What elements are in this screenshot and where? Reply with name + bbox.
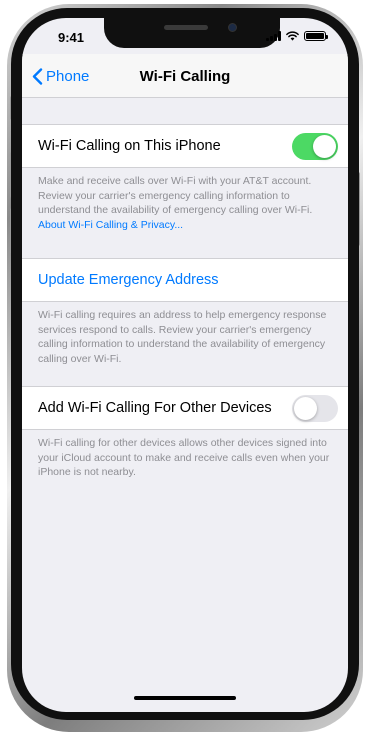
speaker-grille xyxy=(164,25,208,30)
wifi-icon xyxy=(286,31,299,41)
navigation-bar: Phone Wi-Fi Calling xyxy=(22,54,348,98)
update-emergency-address-link[interactable]: Update Emergency Address xyxy=(38,272,219,288)
toggle-knob xyxy=(294,397,317,420)
emergency-footer: Wi-Fi calling requires an address to hel… xyxy=(38,309,327,365)
phone-screen: 9:41 Phone Wi-Fi Calling Wi-Fi Calling o… xyxy=(22,18,348,712)
wifi-calling-footer-text: Make and receive calls over Wi-Fi with y… xyxy=(38,175,313,216)
toggle-knob xyxy=(313,135,336,158)
status-time: 9:41 xyxy=(58,30,85,45)
emergency-address-row[interactable]: Update Emergency Address xyxy=(22,258,348,302)
other-devices-label: Add Wi-Fi Calling For Other Devices xyxy=(38,400,272,416)
signal-icon xyxy=(266,31,281,41)
other-devices-row: Add Wi-Fi Calling For Other Devices xyxy=(22,386,348,430)
status-icons xyxy=(266,31,328,41)
wifi-calling-toggle[interactable] xyxy=(292,133,338,160)
battery-icon xyxy=(304,31,328,41)
front-camera xyxy=(228,23,237,32)
other-devices-footer: Wi-Fi calling for other devices allows o… xyxy=(38,437,330,478)
notch xyxy=(104,18,280,48)
wifi-calling-footer: Make and receive calls over Wi-Fi with y… xyxy=(38,174,338,232)
wifi-calling-row: Wi-Fi Calling on This iPhone xyxy=(22,124,348,168)
wifi-calling-label: Wi-Fi Calling on This iPhone xyxy=(38,138,221,154)
page-title: Wi-Fi Calling xyxy=(139,68,231,85)
other-devices-toggle[interactable] xyxy=(292,395,338,422)
about-wifi-calling-link[interactable]: About Wi-Fi Calling & Privacy... xyxy=(38,219,183,231)
home-indicator[interactable] xyxy=(134,696,236,700)
